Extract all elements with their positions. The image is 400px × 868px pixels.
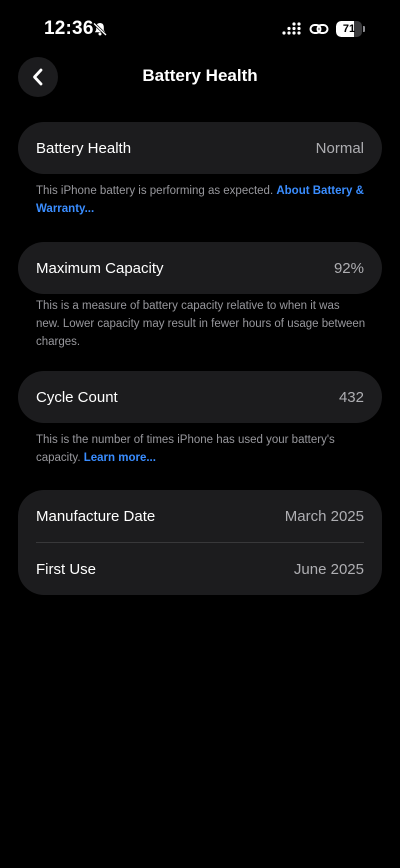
first-use-label: First Use xyxy=(36,560,96,578)
battery-dates-card: Manufacture Date March 2025 First Use Ju… xyxy=(18,490,382,595)
page-title: Battery Health xyxy=(142,66,258,85)
cycle-count-footnote-text: This is the number of times iPhone has u… xyxy=(36,434,335,464)
manufacture-date-label: Manufacture Date xyxy=(36,507,156,525)
bell-slash-icon xyxy=(93,22,107,36)
battery-icon: 71 xyxy=(336,21,365,37)
cellular-signal-icon xyxy=(282,22,301,35)
learn-more-link[interactable]: Learn more... xyxy=(84,452,156,464)
manufacture-date-value: March 2025 xyxy=(284,507,364,525)
maximum-capacity-card: Maximum Capacity 92% xyxy=(18,242,382,294)
maximum-capacity-label: Maximum Capacity xyxy=(36,259,164,277)
status-bar: 12:36 71 xyxy=(0,0,400,56)
cycle-count-footnote: This is the number of times iPhone has u… xyxy=(36,431,366,467)
battery-health-screen: 12:36 71 Battery Health Battery Health N… xyxy=(0,0,400,868)
maximum-capacity-row: Maximum Capacity 92% xyxy=(18,242,382,294)
cycle-count-card: Cycle Count 432 xyxy=(18,371,382,423)
battery-level: 71 xyxy=(342,23,356,35)
manufacture-date-row: Manufacture Date March 2025 xyxy=(18,490,382,542)
battery-health-card: Battery Health Normal xyxy=(18,122,382,174)
cycle-count-row: Cycle Count 432 xyxy=(18,371,382,423)
battery-health-footnote: This iPhone battery is performing as exp… xyxy=(36,182,366,218)
battery-health-footnote-text: This iPhone battery is performing as exp… xyxy=(36,185,277,197)
status-time: 12:36 xyxy=(44,18,94,39)
battery-health-value: Normal xyxy=(315,139,364,157)
first-use-row: First Use June 2025 xyxy=(18,543,382,595)
personal-hotspot-icon xyxy=(309,24,329,34)
first-use-value: June 2025 xyxy=(293,560,364,578)
maximum-capacity-footnote: This is a measure of battery capacity re… xyxy=(36,300,366,348)
battery-health-label: Battery Health xyxy=(36,139,132,157)
cycle-count-label: Cycle Count xyxy=(36,388,118,406)
cycle-count-value: 432 xyxy=(338,388,364,406)
maximum-capacity-value: 92% xyxy=(333,259,364,277)
battery-health-row: Battery Health Normal xyxy=(18,122,382,174)
